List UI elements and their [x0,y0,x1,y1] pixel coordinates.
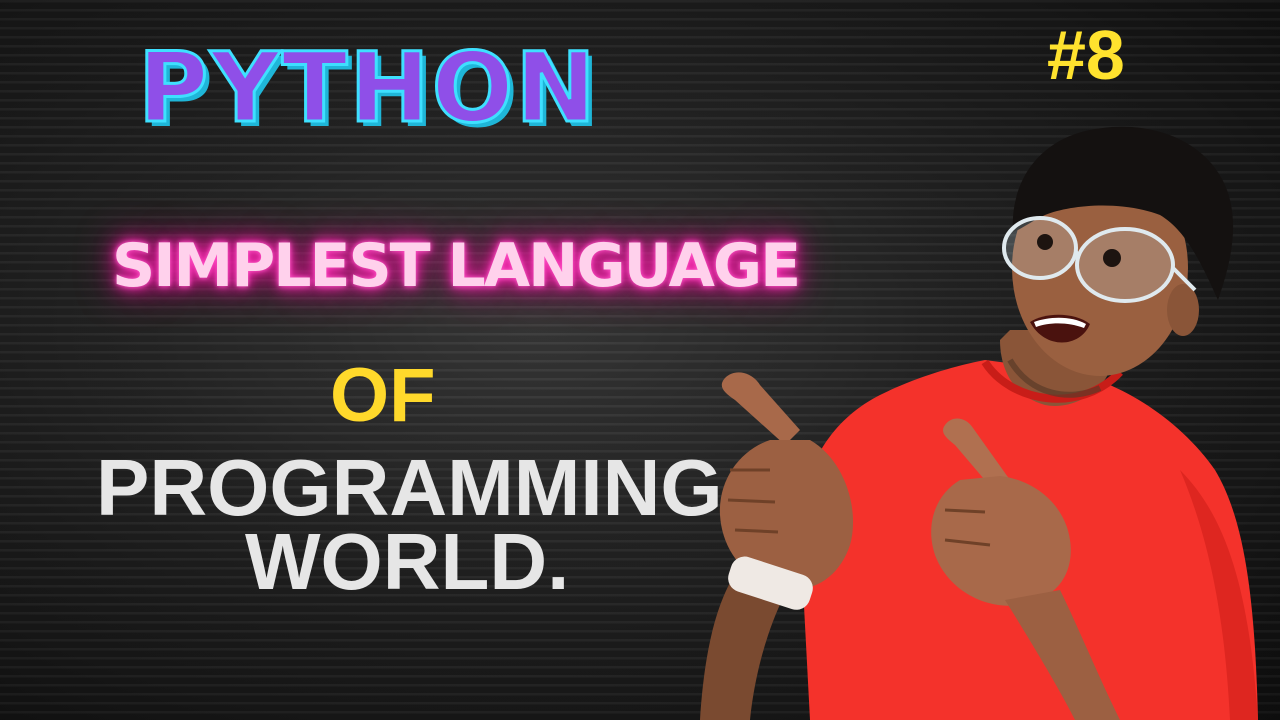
tagline-programming: PROGRAMMING [96,443,723,532]
pointing-hand-icon [719,372,854,590]
tagline-world: WORLD. [245,517,570,606]
tagline-of: OF [330,353,436,438]
title-python: PYTHON [137,32,598,144]
presenter-figure [700,126,1258,720]
episode-number-badge: #8 [1047,16,1125,94]
video-thumbnail: PYTHON #8 SIMPLEST LANGUAGE OF PROGRAMMI… [0,0,1280,720]
